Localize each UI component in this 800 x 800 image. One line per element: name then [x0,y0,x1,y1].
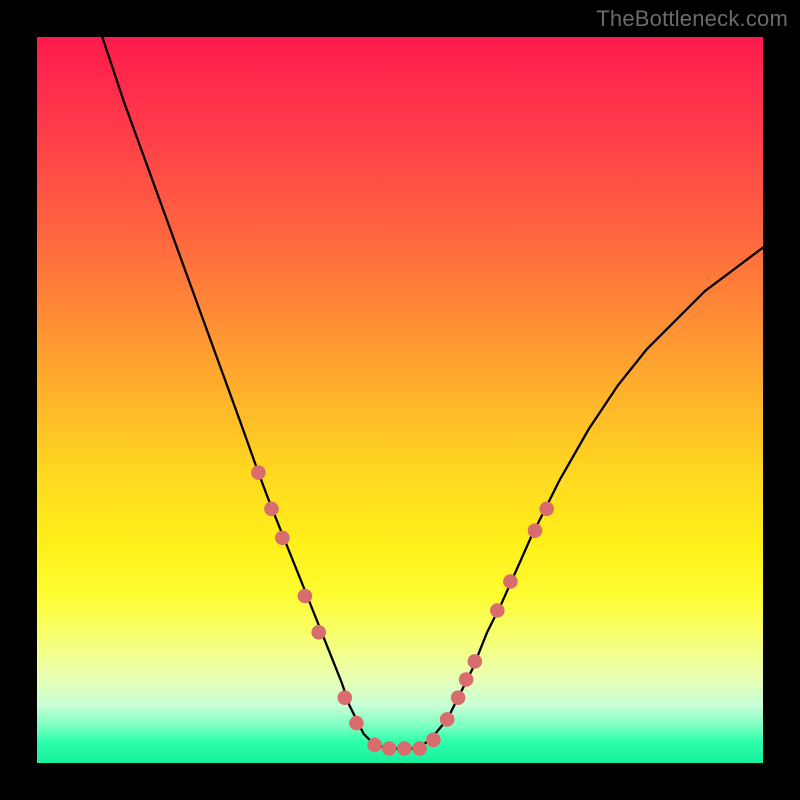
curve-path [102,37,763,749]
curve-marker [251,465,266,480]
chart-frame: TheBottleneck.com [0,0,800,800]
curve-marker [397,741,412,756]
curve-marker [490,603,505,618]
marker-group [251,465,554,755]
curve-marker [451,690,466,705]
curve-marker [503,574,518,589]
chart-svg [37,37,763,763]
curve-marker [382,741,397,756]
watermark-text: TheBottleneck.com [596,6,788,32]
curve-marker [426,733,441,748]
curve-marker [459,672,474,687]
curve-marker [528,523,543,538]
curve-marker [338,690,353,705]
curve-marker [468,654,483,669]
curve-marker [275,531,290,546]
curve-marker [264,502,279,517]
curve-marker [440,712,455,727]
curve-marker [298,589,313,604]
curve-marker [539,502,554,517]
curve-marker [349,716,364,731]
curve-marker [311,625,326,640]
curve-marker [367,738,382,753]
plot-area [37,37,763,763]
curve-marker [412,741,427,756]
